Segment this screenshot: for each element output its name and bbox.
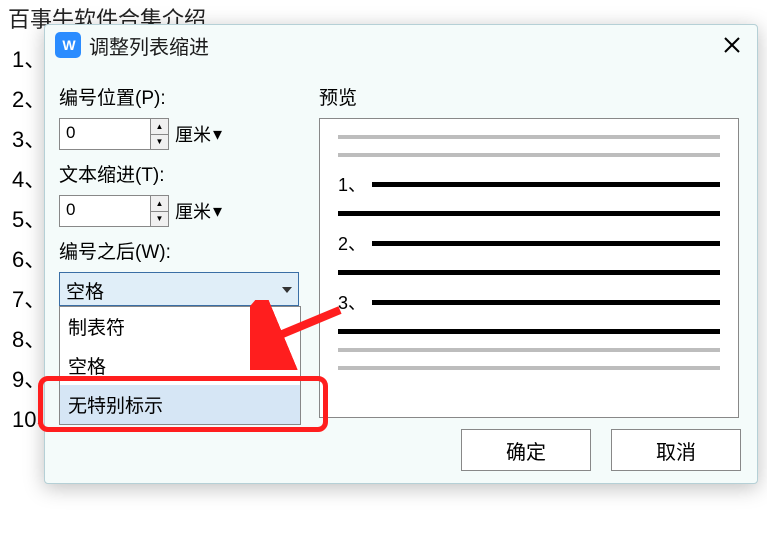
after-number-combobox[interactable]: 空格 制表符 空格 无特别标示 [59, 272, 299, 306]
preview-content-bar [372, 241, 720, 246]
dialog-footer: 确定 取消 [461, 429, 741, 471]
spin-down-button[interactable]: ▼ [150, 212, 168, 227]
preview-content-bar [372, 300, 720, 305]
adjust-list-indent-dialog: W 调整列表缩进 编号位置(P): 0 ▲ ▼ 厘米 ▾ [44, 24, 758, 484]
cancel-button[interactable]: 取消 [611, 429, 741, 471]
preview-placeholder-line [338, 135, 720, 139]
after-number-dropdown: 制表符 空格 无特别标示 [59, 306, 301, 425]
spin-down-button[interactable]: ▼ [150, 135, 168, 150]
spin-up-button[interactable]: ▲ [150, 119, 168, 135]
preview-content-bar [372, 182, 720, 187]
preview-numbered-line: 2、 [338, 230, 720, 256]
settings-column: 编号位置(P): 0 ▲ ▼ 厘米 ▾ 文本缩进(T): 0 [59, 75, 309, 418]
chevron-down-icon: ▾ [213, 201, 222, 222]
text-indent-unit-dropdown[interactable]: 厘米 ▾ [175, 198, 222, 224]
preview-label: 预览 [319, 83, 747, 110]
preview-box: 1、 2、 3、 [319, 118, 739, 418]
preview-numbered-line: 3、 [338, 289, 720, 315]
close-icon [723, 36, 741, 54]
preview-placeholder-line [338, 348, 720, 352]
number-position-input[interactable]: 0 ▲ ▼ [59, 118, 169, 150]
number-position-spinner: 0 ▲ ▼ 厘米 ▾ [59, 118, 309, 150]
after-number-value: 空格 [66, 277, 104, 304]
preview-numbered-line: 1、 [338, 171, 720, 197]
text-indent-label: 文本缩进(T): [59, 160, 309, 187]
after-number-label: 编号之后(W): [59, 237, 309, 264]
text-indent-spinner: 0 ▲ ▼ 厘米 ▾ [59, 195, 309, 227]
spin-up-button[interactable]: ▲ [150, 196, 168, 212]
preview-number: 3、 [338, 289, 372, 315]
text-indent-value: 0 [66, 200, 75, 220]
unit-label: 厘米 [175, 198, 211, 224]
preview-number: 2、 [338, 230, 372, 256]
preview-placeholder-line [338, 366, 720, 370]
number-position-label: 编号位置(P): [59, 83, 309, 110]
dropdown-option-space[interactable]: 空格 [60, 346, 300, 385]
app-logo-icon: W [55, 32, 81, 58]
ok-button[interactable]: 确定 [461, 429, 591, 471]
ok-label: 确定 [506, 436, 546, 465]
dialog-title: 调整列表缩进 [89, 31, 209, 60]
preview-content-bar [338, 270, 720, 275]
chevron-down-icon [282, 287, 292, 293]
preview-content-bar [338, 211, 720, 216]
preview-content-bar [338, 329, 720, 334]
titlebar: W 调整列表缩进 [45, 25, 757, 65]
dropdown-option-none[interactable]: 无特别标示 [60, 385, 300, 424]
text-indent-input[interactable]: 0 ▲ ▼ [59, 195, 169, 227]
close-button[interactable] [717, 30, 747, 60]
preview-placeholder-line [338, 153, 720, 157]
unit-label: 厘米 [175, 121, 211, 147]
dropdown-option-tab[interactable]: 制表符 [60, 307, 300, 346]
dialog-body: 编号位置(P): 0 ▲ ▼ 厘米 ▾ 文本缩进(T): 0 [45, 65, 757, 418]
preview-column: 预览 1、 2、 3、 [319, 75, 747, 418]
number-position-value: 0 [66, 123, 75, 143]
preview-number: 1、 [338, 171, 372, 197]
number-position-unit-dropdown[interactable]: 厘米 ▾ [175, 121, 222, 147]
chevron-down-icon: ▾ [213, 124, 222, 145]
cancel-label: 取消 [656, 436, 696, 465]
